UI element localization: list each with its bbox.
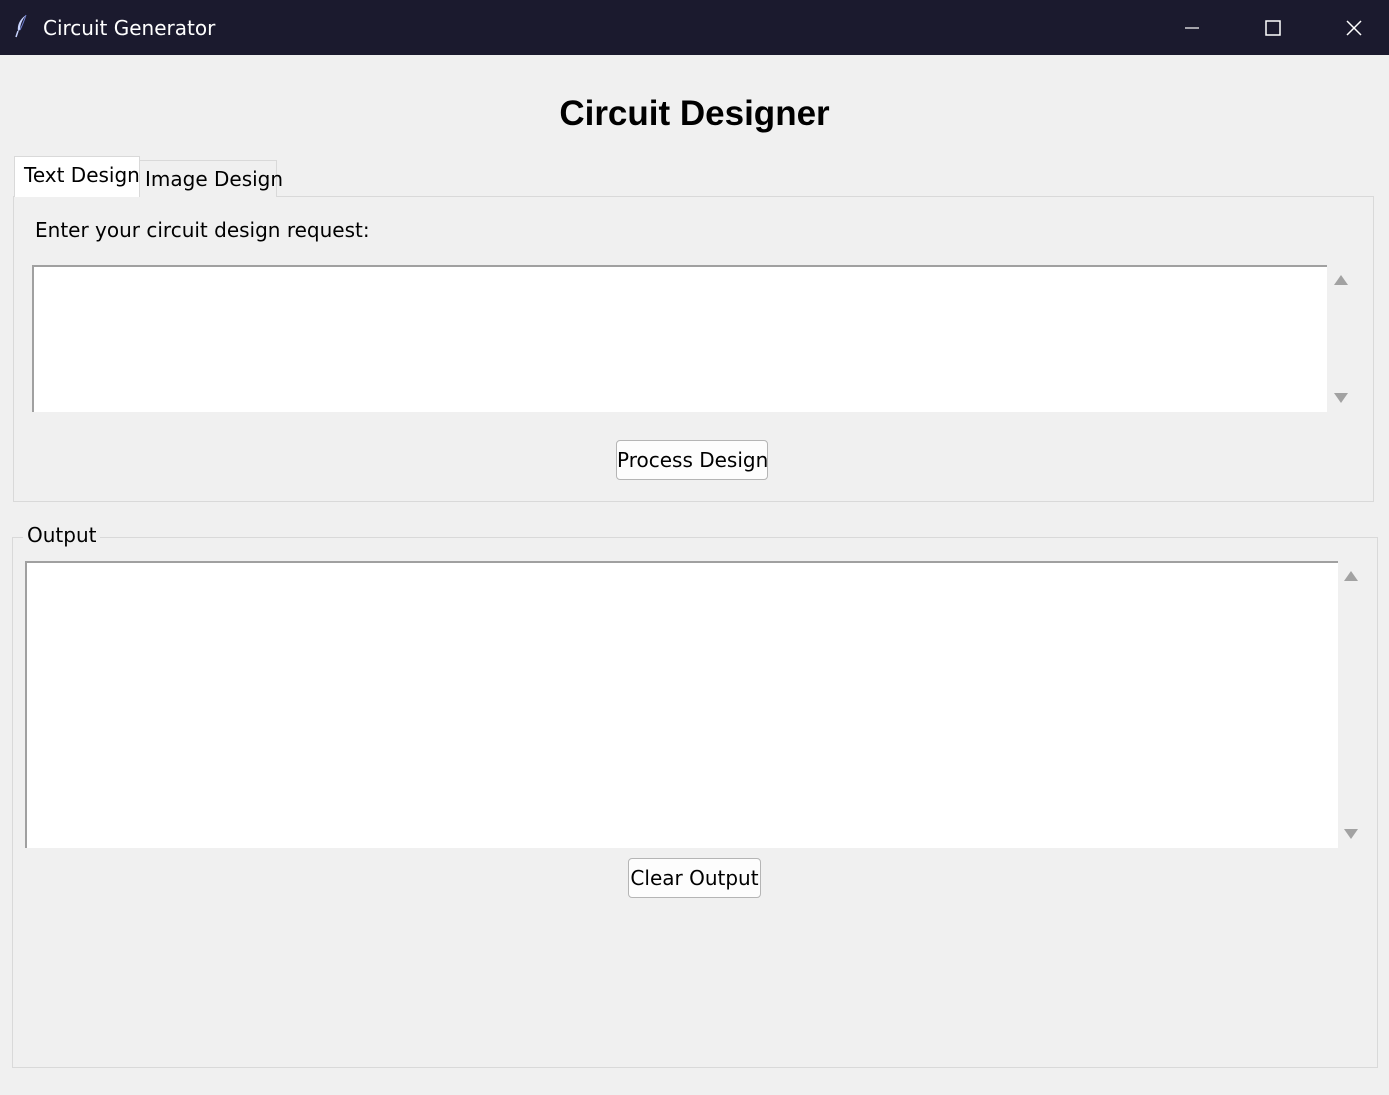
feather-icon (14, 14, 30, 38)
design-request-input[interactable] (32, 265, 1327, 412)
page-title: Circuit Designer (559, 94, 830, 133)
close-icon (1346, 20, 1362, 36)
maximize-button[interactable] (1233, 0, 1313, 55)
window-title: Circuit Generator (43, 16, 216, 40)
input-scroll-down-arrow[interactable] (1334, 393, 1348, 403)
output-scroll-down-arrow[interactable] (1344, 829, 1358, 839)
clear-output-button[interactable]: Clear Output (628, 858, 761, 898)
output-text-area[interactable] (25, 561, 1338, 848)
design-request-label: Enter your circuit design request: (35, 218, 370, 242)
close-button[interactable] (1314, 0, 1389, 55)
minimize-icon (1185, 27, 1199, 29)
tab-image-design[interactable]: Image Design (139, 160, 283, 197)
minimize-button[interactable] (1152, 0, 1232, 55)
maximize-icon (1265, 20, 1281, 36)
output-scroll-up-arrow[interactable] (1344, 571, 1358, 581)
input-scroll-up-arrow[interactable] (1334, 275, 1348, 285)
process-design-button[interactable]: Process Design (616, 440, 768, 480)
tab-text-design[interactable]: Text Design (14, 156, 140, 197)
window-titlebar[interactable]: Circuit Generator (0, 0, 1389, 55)
output-frame-label: Output (23, 523, 101, 547)
